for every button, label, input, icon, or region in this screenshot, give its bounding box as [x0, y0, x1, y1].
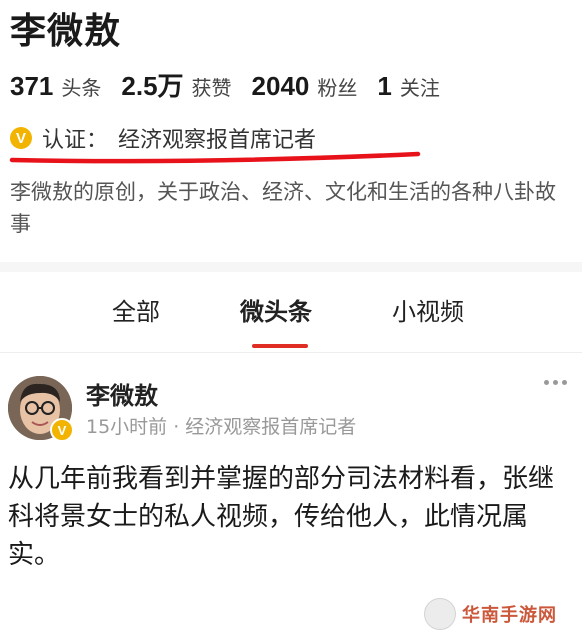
stat-likes-count: 2.5万	[121, 71, 184, 101]
profile-bio: 李微敖的原创，关于政治、经济、文化和生活的各种八卦故事	[10, 180, 556, 236]
watermark-text: 华南手游网	[462, 605, 557, 626]
stat-followers[interactable]: 2040 粉丝	[252, 71, 358, 102]
watermark: 华南手游网	[424, 598, 557, 630]
section-separator	[0, 262, 582, 272]
active-tab-indicator	[252, 344, 308, 348]
post-body-text[interactable]: 从几年前我看到并掌握的部分司法材料看，张继科将景女士的私人视频，传给他人，此情况…	[8, 460, 578, 574]
post-author-name[interactable]: 李微敖	[86, 376, 158, 411]
more-dots-icon[interactable]	[544, 380, 567, 385]
tab-weitoutiao[interactable]: 微头条	[240, 292, 312, 327]
post-divider	[0, 352, 582, 353]
watermark-logo-icon	[424, 598, 456, 630]
avatar-verified-icon: V	[50, 418, 74, 442]
tab-short-video[interactable]: 小视频	[392, 292, 464, 327]
stat-articles[interactable]: 371 头条	[10, 71, 101, 102]
tab-all[interactable]: 全部	[112, 292, 160, 327]
stat-articles-count: 371	[10, 71, 54, 101]
stat-following-count: 1	[377, 71, 392, 101]
stat-likes[interactable]: 2.5万 获赞	[121, 66, 231, 103]
content-tabs: 全部 微头条 小视频	[0, 292, 582, 332]
profile-name: 李微敖	[10, 11, 122, 52]
post-meta: 15小时前 · 经济观察报首席记者	[86, 416, 357, 438]
stat-following-label: 关注	[399, 76, 440, 100]
stat-articles-label: 头条	[61, 76, 102, 100]
stat-following[interactable]: 1 关注	[377, 71, 439, 102]
stat-likes-label: 获赞	[191, 76, 232, 100]
profile-stats: 371 头条 2.5万 获赞 2040 粉丝 1 关注	[10, 66, 460, 103]
verified-badge-icon: V	[10, 127, 32, 149]
stat-followers-label: 粉丝	[317, 76, 358, 100]
stat-followers-count: 2040	[251, 71, 310, 101]
red-underline-annotation	[9, 151, 421, 164]
